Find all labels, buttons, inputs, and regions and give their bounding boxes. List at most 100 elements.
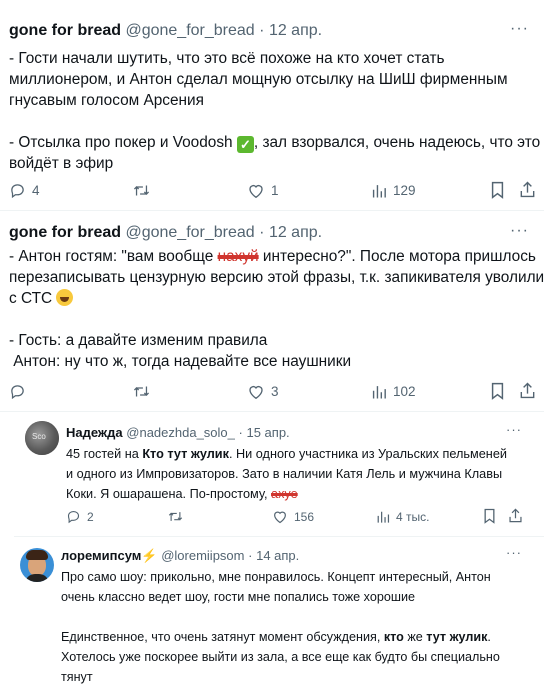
views-button[interactable]: 4 тыс. bbox=[376, 509, 429, 524]
like-count: 3 bbox=[271, 384, 279, 399]
views-icon bbox=[372, 386, 386, 399]
author-handle[interactable]: @gone_for_bread bbox=[125, 22, 254, 39]
author-handle[interactable]: @nadezhda_solo_ bbox=[126, 425, 235, 440]
tweet-date[interactable]: 14 апр. bbox=[256, 548, 299, 563]
bookmark-icon bbox=[491, 181, 504, 199]
tweet-body: - Гости начали шутить, что это всё похож… bbox=[9, 48, 540, 174]
retweet-icon bbox=[168, 512, 183, 521]
author-name[interactable]: gone for bread bbox=[9, 22, 121, 39]
tweet-line: - Гость: а давайте изменим правила bbox=[9, 332, 268, 349]
tweet-line: Про само шоу: прикольно, мне понравилось… bbox=[61, 570, 491, 584]
like-icon bbox=[249, 385, 263, 400]
tweet-line: - Гости начали шутить, что это всё похож… bbox=[9, 50, 445, 67]
lightning-icon: ⚡ bbox=[141, 548, 158, 563]
bookmark-button[interactable] bbox=[490, 382, 505, 400]
author-name[interactable]: Надежда bbox=[66, 425, 123, 440]
tweet-line: с СТС bbox=[9, 290, 57, 307]
view-count: 129 bbox=[393, 183, 416, 198]
tweet-line: же bbox=[403, 630, 427, 644]
author-handle[interactable]: @loremiipsom bbox=[161, 548, 244, 563]
reply-count: 4 bbox=[32, 183, 40, 198]
tweet-line: Антон: ну что ж, тогда надевайте все нау… bbox=[9, 353, 352, 370]
views-icon bbox=[377, 511, 390, 523]
view-count: 4 тыс. bbox=[396, 509, 430, 524]
check-mark-icon: ✓ bbox=[236, 136, 254, 153]
reply-2-header: лоремипсум⚡ @loremiipsom · 14 апр. bbox=[61, 548, 299, 564]
reply-1-header: Надежда @nadezhda_solo_ · 15 апр. bbox=[66, 425, 290, 440]
tweet-line: . Ни одного участника из Уральских пельм… bbox=[228, 447, 507, 461]
tweet-1-header: gone for bread @gone_for_bread · 12 апр. bbox=[9, 22, 322, 40]
tweet-line: - Антон гостям: "вам вообще bbox=[9, 248, 218, 265]
share-button[interactable] bbox=[508, 507, 523, 524]
tweet-line: 45 гостей на bbox=[66, 447, 143, 461]
like-button[interactable]: 1 bbox=[247, 182, 279, 199]
tweet-line: миллионером, и Антон сделал мощную отсыл… bbox=[9, 71, 508, 88]
bookmark-icon bbox=[491, 382, 504, 400]
tweet-line: интересно?". После мотора пришлось bbox=[258, 248, 536, 265]
laughing-emoji-icon bbox=[56, 289, 74, 306]
more-icon[interactable]: ··· bbox=[510, 20, 529, 38]
tweet-line: , зал взорвался, очень надеюсь, что это bbox=[253, 134, 541, 151]
like-count: 156 bbox=[294, 509, 315, 524]
view-count: 102 bbox=[393, 384, 416, 399]
tweet-date[interactable]: 12 апр. bbox=[269, 224, 322, 241]
tweet-2-header: gone for bread @gone_for_bread · 12 апр. bbox=[9, 224, 322, 242]
more-icon[interactable]: ··· bbox=[506, 545, 522, 560]
share-icon bbox=[520, 181, 535, 198]
bold-text: кто bbox=[383, 630, 404, 644]
divider bbox=[14, 536, 544, 537]
like-button[interactable]: 3 bbox=[247, 383, 279, 400]
tweet-line: тянут bbox=[61, 670, 93, 684]
author-name[interactable]: gone for bread bbox=[9, 224, 121, 241]
tweet-line: . bbox=[487, 630, 491, 644]
like-count: 1 bbox=[271, 183, 279, 198]
divider bbox=[0, 411, 544, 412]
tweet-line: гнусавым голосом Арсения bbox=[9, 92, 204, 109]
retweet-button[interactable] bbox=[132, 182, 151, 199]
tweet-line: и одного из Импровизаторов. Зато в налич… bbox=[66, 467, 503, 481]
reply-button[interactable]: 2 bbox=[66, 509, 94, 524]
reply-count: 2 bbox=[87, 509, 94, 524]
bookmark-button[interactable] bbox=[490, 181, 505, 199]
share-button[interactable] bbox=[519, 180, 536, 199]
redacted-word: ахуе bbox=[271, 487, 298, 501]
separator-dot: · bbox=[259, 224, 265, 241]
author-name[interactable]: лоремипсум bbox=[61, 548, 141, 563]
separator-dot: · bbox=[248, 548, 253, 563]
author-handle[interactable]: @gone_for_bread bbox=[125, 224, 254, 241]
reply-button[interactable] bbox=[9, 383, 26, 400]
like-icon bbox=[274, 511, 286, 524]
share-icon bbox=[509, 508, 522, 523]
tweet-body: 45 гостей на Кто тут жулик. Ни одного уч… bbox=[66, 444, 507, 504]
tweet-date[interactable]: 15 апр. bbox=[246, 425, 289, 440]
retweet-button[interactable] bbox=[132, 383, 151, 400]
like-icon bbox=[249, 184, 263, 199]
views-button[interactable]: 102 bbox=[371, 383, 416, 400]
more-icon[interactable]: ··· bbox=[510, 222, 529, 240]
reply-icon bbox=[11, 385, 24, 400]
tweet-date[interactable]: 12 апр. bbox=[269, 22, 322, 39]
hashtag-bold: Кто тут жулик bbox=[142, 447, 229, 461]
bookmark-button[interactable] bbox=[483, 508, 496, 524]
tweet-line: Единственное, что очень затянут момент о… bbox=[61, 630, 384, 644]
reply-icon bbox=[67, 510, 80, 524]
tweet-line: перезаписывать цензурную версию этой фра… bbox=[9, 269, 544, 286]
views-button[interactable]: 129 bbox=[371, 182, 416, 199]
avatar-label: Sco bbox=[32, 432, 46, 441]
separator-dot: · bbox=[238, 425, 243, 440]
tweet-line: очень классно ведет шоу, гости мне попал… bbox=[61, 590, 415, 604]
bold-text: тут жулик bbox=[426, 630, 488, 644]
views-icon bbox=[372, 185, 386, 198]
like-button[interactable]: 156 bbox=[272, 509, 314, 524]
bookmark-icon bbox=[484, 508, 495, 524]
more-icon[interactable]: ··· bbox=[506, 422, 522, 437]
retweet-button[interactable] bbox=[167, 509, 184, 524]
share-button[interactable] bbox=[519, 381, 536, 400]
reply-button[interactable]: 4 bbox=[9, 182, 40, 199]
divider bbox=[0, 210, 544, 211]
tweet-body: - Антон гостям: "вам вообще нахуй интере… bbox=[9, 246, 544, 372]
share-icon bbox=[520, 382, 535, 399]
avatar[interactable]: Sco bbox=[25, 421, 59, 455]
redacted-word: нахуй bbox=[217, 248, 259, 265]
avatar[interactable] bbox=[20, 548, 54, 582]
